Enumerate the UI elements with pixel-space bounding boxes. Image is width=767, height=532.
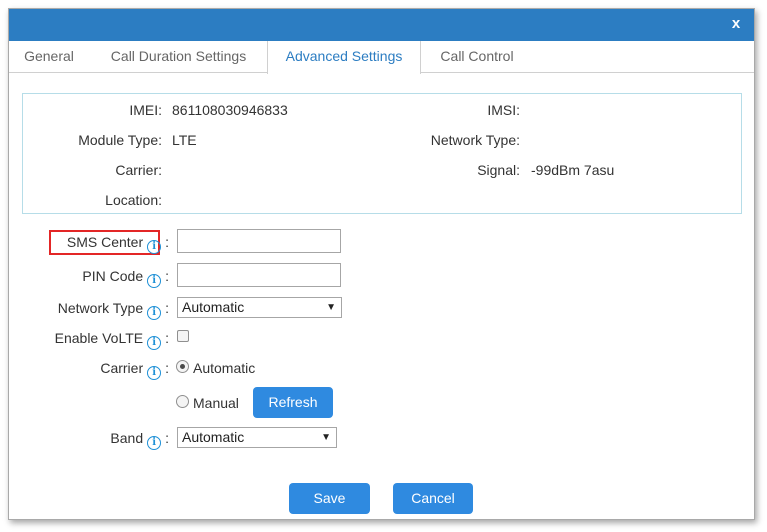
imei-label: IMEI: [129, 102, 162, 118]
colon: : [165, 360, 169, 376]
pin-code-row-label: PIN Code i: [29, 267, 169, 288]
save-button[interactable]: Save [289, 483, 370, 514]
advanced-settings-dialog: x General Call Duration Settings Advance… [8, 8, 755, 520]
carrier-info-label: Carrier: [115, 162, 162, 178]
colon: : [165, 300, 169, 316]
module-info-panel: IMEI: 861108030946833 IMSI: Module Type:… [22, 93, 742, 214]
imsi-label: IMSI: [487, 102, 520, 118]
chevron-down-icon: ▼ [326, 302, 336, 313]
carrier-label: Carrier [100, 360, 144, 376]
colon: : [165, 234, 169, 250]
dialog-titlebar: x [9, 9, 754, 41]
band-label-group: Band i: [110, 429, 169, 450]
location-label: Location: [105, 192, 162, 208]
carrier-manual-radio[interactable] [176, 395, 189, 408]
info-icon[interactable]: i [147, 274, 162, 288]
enable-volte-row-label: Enable VoLTE i: [29, 329, 169, 350]
sms-center-row-label: SMS Center i: [29, 233, 169, 254]
signal-label: Signal: [477, 162, 520, 178]
pin-code-label-group: PIN Code i: [82, 267, 169, 288]
info-icon[interactable]: i [147, 366, 162, 380]
band-select[interactable]: Automatic ▼ [177, 427, 337, 448]
module-type-label: Module Type: [78, 132, 162, 148]
carrier-automatic-radio[interactable] [176, 360, 189, 373]
sms-center-label-group: SMS Center i: [66, 233, 169, 254]
colon: : [165, 430, 169, 446]
pin-code-input[interactable] [177, 263, 341, 287]
close-icon[interactable]: x [728, 14, 744, 34]
tab-general[interactable]: General [9, 41, 89, 73]
enable-volte-label-group: Enable VoLTE i: [54, 329, 169, 350]
network-type-label: Network Type [57, 300, 144, 316]
module-type-value: LTE [172, 132, 197, 148]
pin-code-label: PIN Code [82, 268, 144, 284]
info-icon[interactable]: i [147, 436, 162, 450]
enable-volte-label: Enable VoLTE [54, 330, 144, 346]
refresh-button[interactable]: Refresh [253, 387, 333, 418]
network-type-selected-value: Automatic [182, 299, 245, 315]
carrier-row-label: Carrier i: [29, 359, 169, 380]
radio-selected-dot [180, 364, 185, 369]
tab-call-duration-settings[interactable]: Call Duration Settings [89, 41, 268, 73]
network-type-row-label: Network Type i: [29, 299, 169, 320]
info-icon[interactable]: i [147, 336, 162, 350]
sms-center-input[interactable] [177, 229, 341, 253]
sms-center-label: SMS Center [66, 234, 144, 250]
band-label: Band [110, 430, 144, 446]
tab-bar: General Call Duration Settings Advanced … [9, 41, 754, 74]
band-selected-value: Automatic [182, 429, 245, 445]
network-type-info-label: Network Type: [430, 132, 520, 148]
carrier-label-group: Carrier i: [100, 359, 169, 380]
band-row-label: Band i: [29, 429, 169, 450]
chevron-down-icon: ▼ [321, 432, 331, 443]
network-type-select[interactable]: Automatic ▼ [177, 297, 342, 318]
carrier-automatic-label[interactable]: Automatic [193, 359, 255, 377]
carrier-manual-label[interactable]: Manual [193, 394, 239, 412]
colon: : [165, 330, 169, 346]
info-icon[interactable]: i [147, 240, 162, 254]
cancel-button[interactable]: Cancel [393, 483, 473, 514]
imei-value: 861108030946833 [172, 102, 288, 118]
colon: : [165, 268, 169, 284]
enable-volte-checkbox[interactable] [177, 330, 189, 342]
network-type-label-group: Network Type i: [57, 299, 169, 320]
info-icon[interactable]: i [147, 306, 162, 320]
tab-call-control[interactable]: Call Control [421, 41, 533, 73]
signal-value: -99dBm 7asu [531, 162, 615, 178]
tab-advanced-settings[interactable]: Advanced Settings [267, 41, 421, 74]
